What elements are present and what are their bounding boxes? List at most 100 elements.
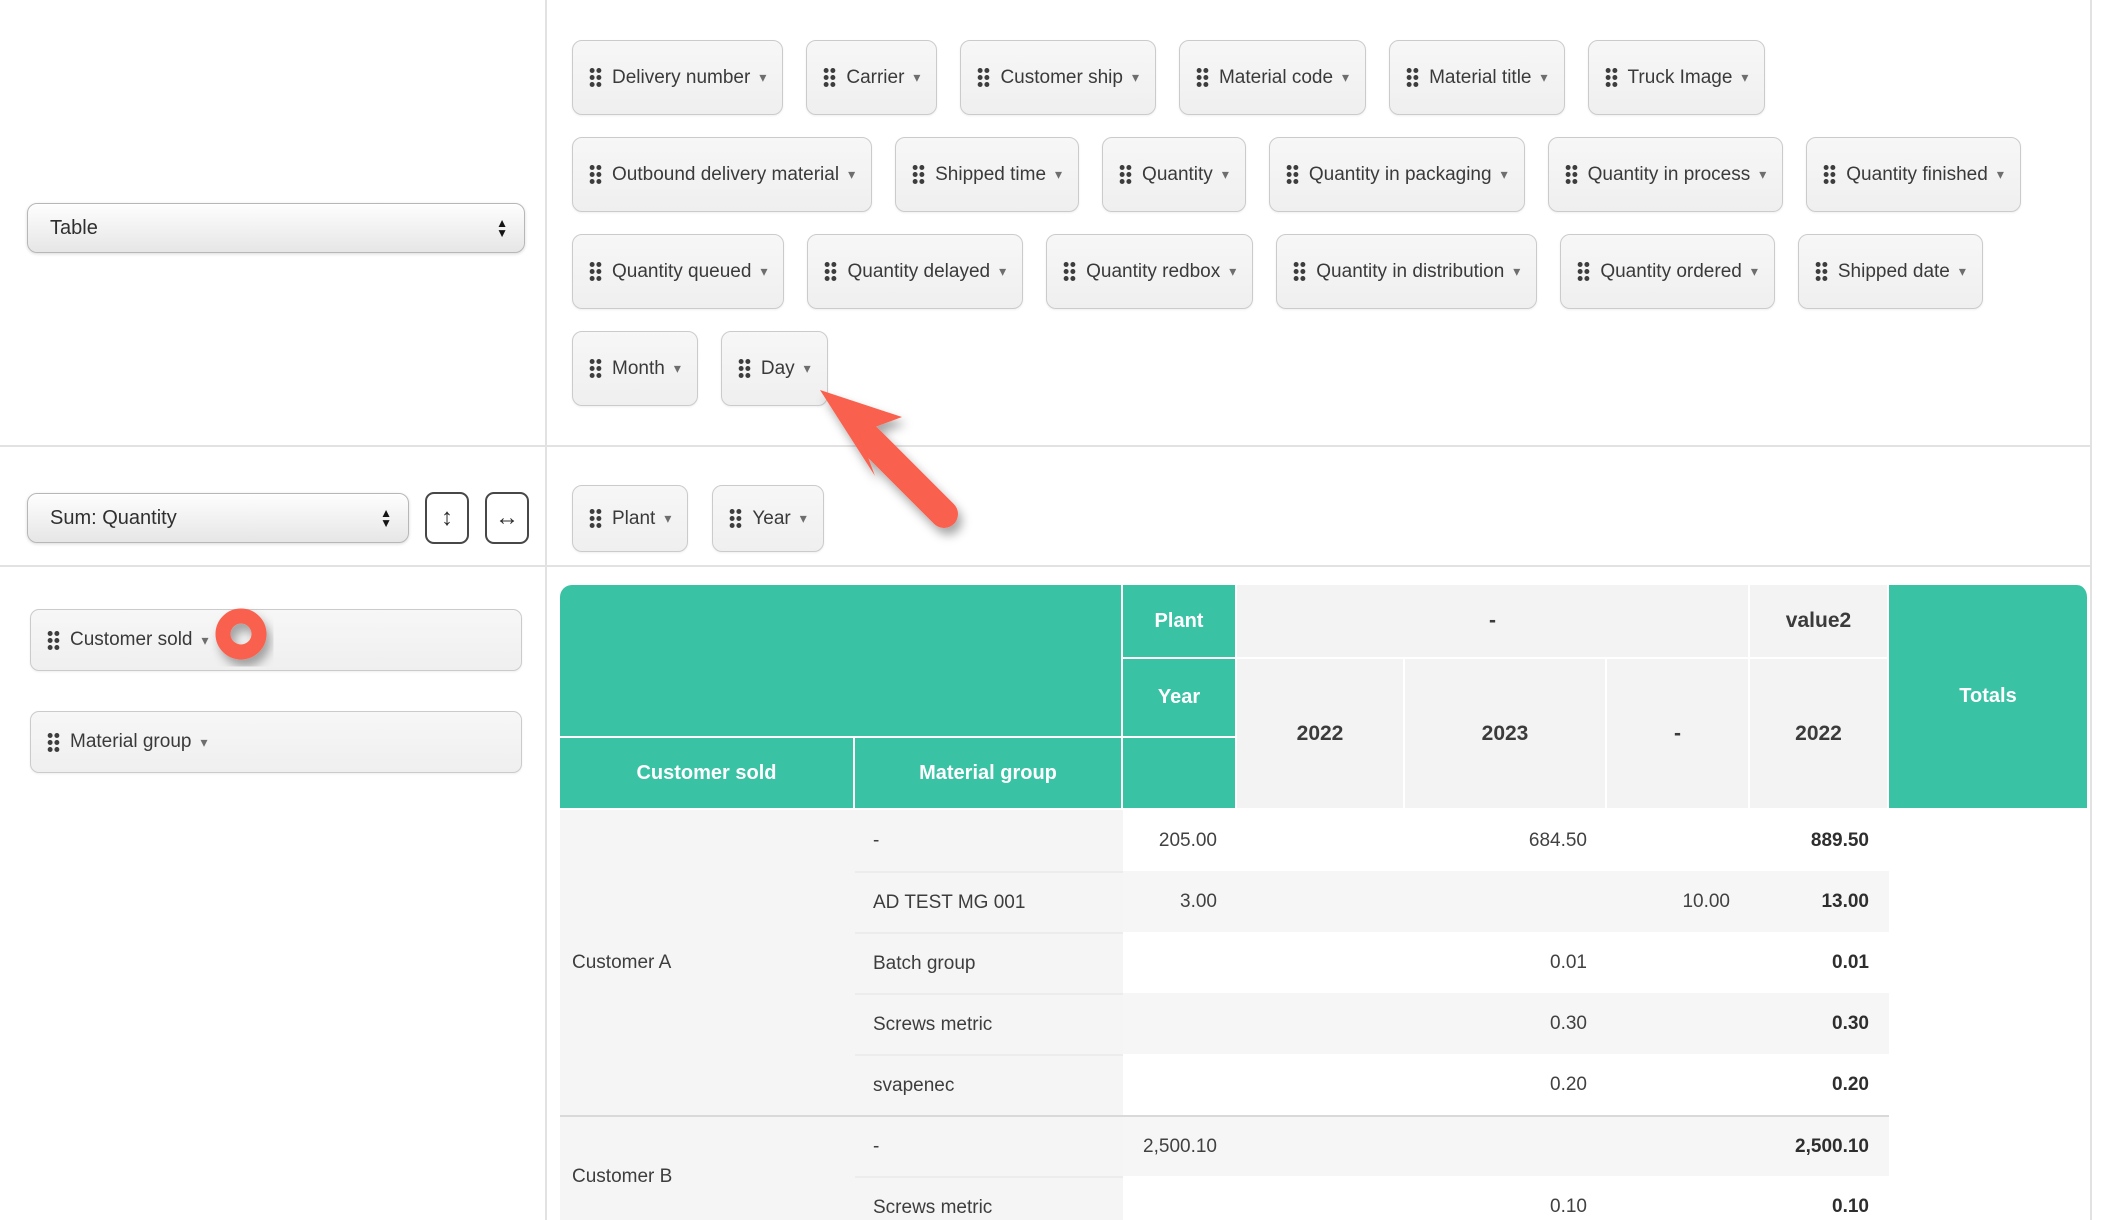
- renderer-select[interactable]: Table ▲▼: [27, 203, 525, 253]
- field-shipped-time[interactable]: Shipped time ▾: [895, 137, 1079, 212]
- drag-grip-icon: [1565, 164, 1578, 185]
- drag-grip-icon: [589, 358, 602, 379]
- pivot-output-panel: Plant-value2TotalsYear20222023-2022Custo…: [547, 567, 2090, 1220]
- field-shipped-date[interactable]: Shipped date ▾: [1798, 234, 1983, 309]
- drag-grip-icon: [1406, 67, 1419, 88]
- drag-grip-icon: [823, 67, 836, 88]
- value-cell: [1123, 993, 1237, 1054]
- unused-fields-area: Delivery number ▾ Carrier ▾ Customer shi…: [547, 0, 2090, 406]
- drag-grip-icon: [589, 67, 602, 88]
- field-label: Quantity queued: [612, 261, 751, 283]
- field-outbound-delivery-material[interactable]: Outbound delivery material ▾: [572, 137, 872, 212]
- field-quantity-finished[interactable]: Quantity finished ▾: [1806, 137, 2021, 212]
- field-material-code[interactable]: Material code ▾: [1179, 40, 1366, 115]
- field-quantity-redbox[interactable]: Quantity redbox ▾: [1046, 234, 1253, 309]
- dropdown-caret-icon[interactable]: ▾: [1751, 263, 1758, 280]
- field-month[interactable]: Month ▾: [572, 331, 698, 406]
- field-customer-sold[interactable]: Customer sold ▾: [30, 609, 522, 671]
- drag-grip-icon: [1577, 261, 1590, 282]
- field-label: Quantity redbox: [1086, 261, 1220, 283]
- field-quantity-delayed[interactable]: Quantity delayed ▾: [807, 234, 1023, 309]
- value-cell: 205.00: [1123, 810, 1237, 871]
- dropdown-caret-icon[interactable]: ▾: [1342, 69, 1349, 86]
- move-values-vertical-button[interactable]: ↕: [425, 492, 469, 544]
- field-material-group[interactable]: Material group ▾: [30, 711, 522, 773]
- pivot-builder-app: Table ▲▼ Delivery number ▾ Carrier ▾: [0, 0, 2092, 1220]
- dropdown-caret-icon[interactable]: ▾: [760, 263, 767, 280]
- value-cell: [1123, 1054, 1237, 1115]
- year-value-header: 2022: [1750, 659, 1889, 810]
- row-total-cell: 0.01: [1750, 932, 1889, 993]
- field-carrier[interactable]: Carrier ▾: [806, 40, 937, 115]
- field-quantity-in-process[interactable]: Quantity in process ▾: [1548, 137, 1784, 212]
- field-label: Outbound delivery material: [612, 164, 839, 186]
- value-cell: [1607, 1115, 1750, 1176]
- dropdown-caret-icon[interactable]: ▾: [200, 734, 207, 751]
- pivot-table-container: Plant-value2TotalsYear20222023-2022Custo…: [560, 585, 2090, 1220]
- move-values-horizontal-button[interactable]: ↔: [485, 492, 529, 544]
- dropdown-caret-icon[interactable]: ▾: [999, 263, 1006, 280]
- value-cell: [1607, 1176, 1750, 1220]
- plant-value-header: -: [1237, 585, 1750, 659]
- dropdown-caret-icon[interactable]: ▾: [1513, 263, 1520, 280]
- dropdown-caret-icon[interactable]: ▾: [1997, 166, 2004, 183]
- drag-grip-icon: [47, 630, 60, 651]
- row-fields-panel: Customer sold ▾ Material group ▾: [0, 567, 547, 1220]
- field-material-title[interactable]: Material title ▾: [1389, 40, 1564, 115]
- drag-grip-icon: [738, 358, 751, 379]
- dropdown-caret-icon[interactable]: ▾: [1229, 263, 1236, 280]
- drag-grip-icon: [1063, 261, 1076, 282]
- plant-axis-label: Plant: [1123, 585, 1237, 659]
- select-arrows-icon: ▲▼: [380, 508, 392, 528]
- value-cell: [1405, 1115, 1607, 1176]
- field-quantity[interactable]: Quantity ▾: [1102, 137, 1246, 212]
- field-label: Quantity delayed: [847, 261, 990, 283]
- dropdown-caret-icon[interactable]: ▾: [202, 632, 209, 649]
- field-year[interactable]: Year ▾: [712, 485, 823, 552]
- year-value-header: -: [1607, 659, 1750, 810]
- aggregator-select[interactable]: Sum: Quantity ▲▼: [27, 493, 409, 543]
- field-delivery-number[interactable]: Delivery number ▾: [572, 40, 783, 115]
- field-quantity-in-distribution[interactable]: Quantity in distribution ▾: [1276, 234, 1537, 309]
- dropdown-caret-icon[interactable]: ▾: [664, 510, 671, 527]
- dropdown-caret-icon[interactable]: ▾: [1541, 69, 1548, 86]
- renderer-panel: Table ▲▼: [0, 0, 547, 447]
- drag-grip-icon: [824, 261, 837, 282]
- dropdown-caret-icon[interactable]: ▾: [1959, 263, 1966, 280]
- vertical-arrow-icon: ↕: [441, 504, 453, 532]
- field-label: Truck Image: [1628, 67, 1733, 89]
- value-cell: 684.50: [1405, 810, 1607, 871]
- value-cell: [1237, 871, 1405, 932]
- value-cell: [1237, 810, 1405, 871]
- field-quantity-queued[interactable]: Quantity queued ▾: [572, 234, 784, 309]
- customer-row-label: Customer B: [560, 1115, 855, 1220]
- dropdown-caret-icon[interactable]: ▾: [848, 166, 855, 183]
- dropdown-caret-icon[interactable]: ▾: [759, 69, 766, 86]
- drag-grip-icon: [1815, 261, 1828, 282]
- field-customer-ship[interactable]: Customer ship ▾: [960, 40, 1156, 115]
- dropdown-caret-icon[interactable]: ▾: [804, 360, 811, 377]
- dropdown-caret-icon[interactable]: ▾: [800, 510, 807, 527]
- field-quantity-in-packaging[interactable]: Quantity in packaging ▾: [1269, 137, 1525, 212]
- field-day[interactable]: Day ▾: [721, 331, 828, 406]
- dropdown-caret-icon[interactable]: ▾: [1222, 166, 1229, 183]
- row-attr-header-customer-sold: Customer sold: [560, 738, 855, 810]
- dropdown-caret-icon[interactable]: ▾: [674, 360, 681, 377]
- value-cell: [1405, 871, 1607, 932]
- field-label: Day: [761, 358, 795, 380]
- drag-grip-icon: [1119, 164, 1132, 185]
- field-truck-image[interactable]: Truck Image ▾: [1588, 40, 1766, 115]
- field-quantity-ordered[interactable]: Quantity ordered ▾: [1560, 234, 1775, 309]
- dropdown-caret-icon[interactable]: ▾: [1501, 166, 1508, 183]
- dropdown-caret-icon[interactable]: ▾: [1132, 69, 1139, 86]
- dropdown-caret-icon[interactable]: ▾: [913, 69, 920, 86]
- dropdown-caret-icon[interactable]: ▾: [1759, 166, 1766, 183]
- field-label: Plant: [612, 508, 655, 530]
- field-plant[interactable]: Plant ▾: [572, 485, 688, 552]
- field-label: Carrier: [846, 67, 904, 89]
- dropdown-caret-icon[interactable]: ▾: [1741, 69, 1748, 86]
- dropdown-caret-icon[interactable]: ▾: [1055, 166, 1062, 183]
- value-cell: [1237, 993, 1405, 1054]
- drag-grip-icon: [729, 508, 742, 529]
- horizontal-arrow-icon: ↔: [495, 504, 519, 532]
